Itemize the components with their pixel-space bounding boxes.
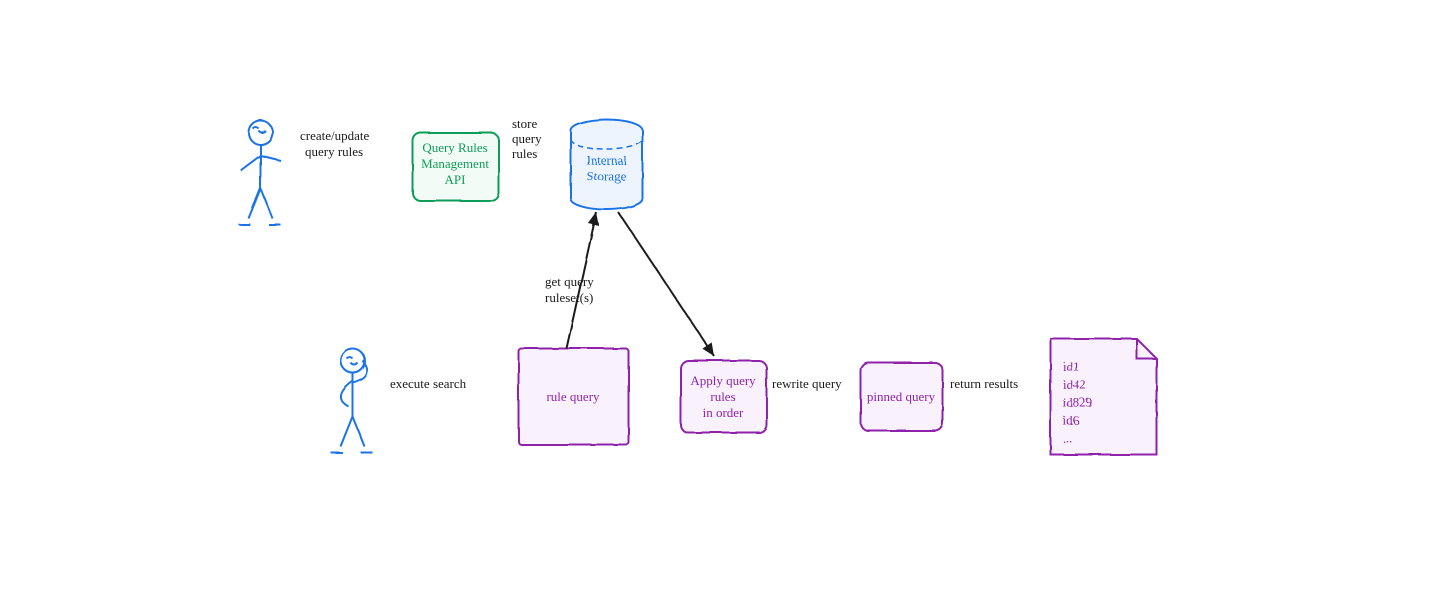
apply-label: rules xyxy=(710,389,735,404)
svg-text:rules: rules xyxy=(710,389,735,404)
edge-label: create/update xyxy=(300,128,370,143)
svg-text:rewrite query: rewrite query xyxy=(772,376,842,391)
storage-node: Internal Storage xyxy=(570,119,642,209)
search-actor-icon xyxy=(330,348,372,452)
svg-text:store: store xyxy=(512,116,538,131)
edge-store-rules: store query rules xyxy=(500,116,562,166)
result-item: id42 xyxy=(1062,376,1085,391)
admin-actor-icon xyxy=(238,120,280,224)
svg-text:query: query xyxy=(512,131,542,146)
svg-text:rules: rules xyxy=(512,146,537,161)
svg-text:return results: return results xyxy=(950,376,1018,391)
storage-label: Storage xyxy=(586,168,626,183)
edge-label: rewrite query xyxy=(772,376,842,391)
svg-text:API: API xyxy=(445,172,466,187)
edge-storage-to-apply xyxy=(618,212,714,356)
svg-text:pinned query: pinned query xyxy=(867,389,936,404)
svg-text:id829: id829 xyxy=(1062,394,1092,409)
api-label: API xyxy=(445,172,466,187)
apply-label: in order xyxy=(703,405,744,420)
edge-label: execute search xyxy=(390,376,467,391)
svg-text:rule query: rule query xyxy=(546,389,600,404)
svg-text:Apply query: Apply query xyxy=(690,373,756,388)
svg-text:...: ... xyxy=(1062,430,1072,445)
edge-label: return results xyxy=(950,376,1018,391)
edge-label: query rules xyxy=(305,144,363,159)
apply-rules-node: Apply query rules in order xyxy=(680,360,766,432)
api-label: Management xyxy=(421,156,489,171)
svg-text:Management: Management xyxy=(421,156,489,171)
storage-label: Internal xyxy=(586,152,627,167)
edge-label: query xyxy=(512,131,542,146)
svg-text:ruleset(s): ruleset(s) xyxy=(545,290,593,305)
svg-text:in order: in order xyxy=(703,405,744,420)
edge-get-ruleset: get query ruleset(s) xyxy=(545,212,596,348)
result-item: id1 xyxy=(1062,358,1079,373)
edge-execute-search: execute search xyxy=(374,376,510,396)
api-label: Query Rules xyxy=(422,140,487,155)
result-item: id829 xyxy=(1062,394,1092,409)
result-item: id6 xyxy=(1062,412,1079,427)
edge-label: get query xyxy=(545,274,594,289)
rule-query-label: rule query xyxy=(546,389,600,404)
edge-rewrite-query: rewrite query xyxy=(768,376,852,396)
pinned-query-node: pinned query xyxy=(860,362,942,430)
edge-return-results: return results xyxy=(944,376,1040,396)
svg-text:id42: id42 xyxy=(1062,376,1085,391)
svg-text:get query: get query xyxy=(545,274,594,289)
edge-label: rules xyxy=(512,146,537,161)
svg-text:Storage: Storage xyxy=(586,168,626,183)
result-item: ... xyxy=(1062,430,1072,445)
svg-text:id6: id6 xyxy=(1062,412,1079,427)
edge-label: store xyxy=(512,116,538,131)
edge-label: ruleset(s) xyxy=(545,290,593,305)
edge-create-update: create/update query rules xyxy=(283,128,406,166)
rule-query-node: rule query xyxy=(518,348,628,444)
api-node: Query Rules Management API xyxy=(412,132,498,200)
apply-label: Apply query xyxy=(690,373,756,388)
svg-text:execute search: execute search xyxy=(390,376,467,391)
svg-text:create/update: create/update xyxy=(300,128,370,143)
results-node: id1 id42 id829 id6 ... xyxy=(1050,338,1156,454)
pinned-label: pinned query xyxy=(867,389,936,404)
svg-text:query rules: query rules xyxy=(305,144,363,159)
svg-text:Internal: Internal xyxy=(586,152,627,167)
svg-text:Query Rules: Query Rules xyxy=(422,140,487,155)
svg-text:id1: id1 xyxy=(1062,358,1079,373)
